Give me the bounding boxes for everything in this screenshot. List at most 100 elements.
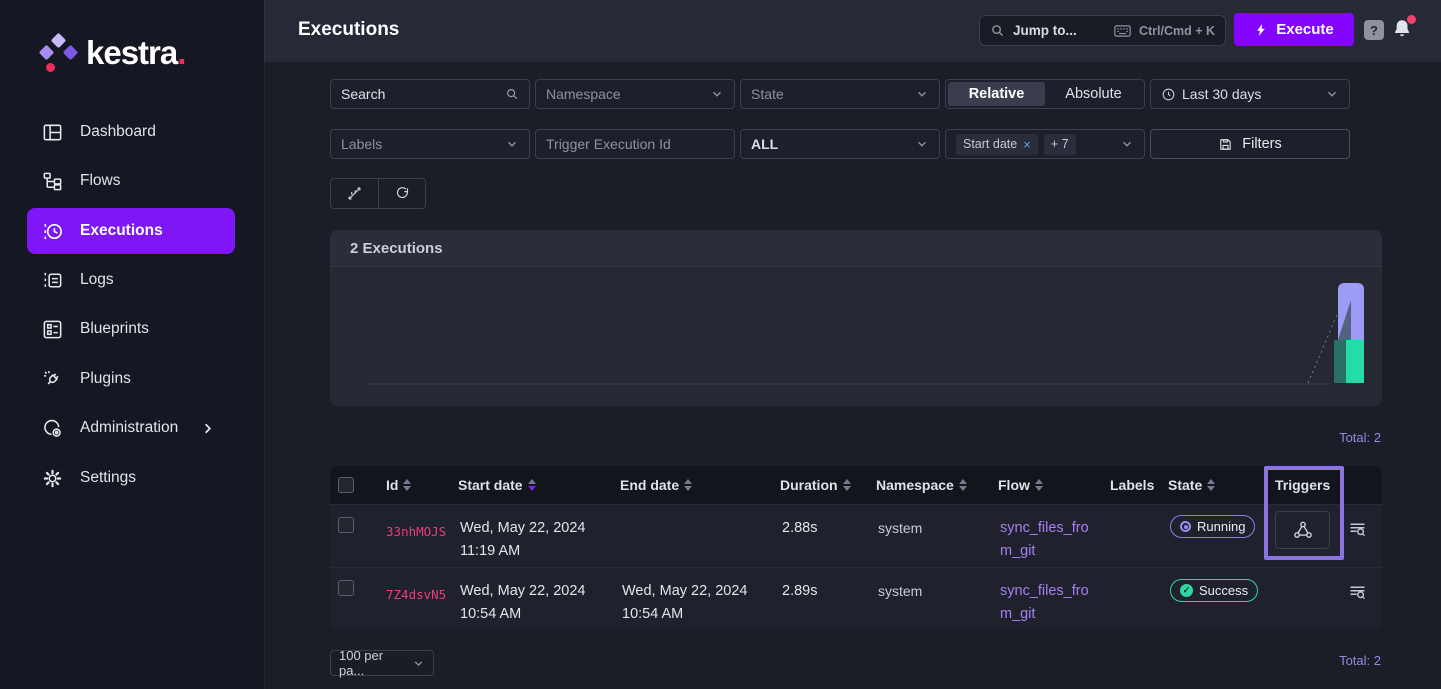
- sort-icon: [684, 479, 692, 491]
- refresh-icon: [394, 185, 411, 202]
- time-range-select[interactable]: Last 30 days: [1150, 79, 1350, 109]
- sidebar-item-administration[interactable]: Administration: [0, 414, 264, 442]
- chart-bar-group[interactable]: [1334, 283, 1364, 383]
- refresh-button[interactable]: [378, 178, 426, 209]
- column-header-start-date[interactable]: Start date: [458, 477, 620, 493]
- chevron-down-icon: [505, 137, 519, 151]
- view-logs-button[interactable]: [1347, 519, 1369, 541]
- sidebar-item-label: Administration: [80, 419, 178, 437]
- sidebar-item-dashboard[interactable]: Dashboard: [0, 118, 264, 146]
- toggle-chart-button[interactable]: [330, 178, 378, 209]
- plugins-icon: [40, 367, 64, 391]
- column-header-flow[interactable]: Flow: [998, 477, 1110, 493]
- help-button[interactable]: ?: [1364, 20, 1384, 40]
- labels-select[interactable]: Labels: [330, 129, 530, 159]
- main-content: Namespace State Relative Absolute Last: [264, 62, 1441, 689]
- webhook-trigger-icon: [1292, 519, 1314, 541]
- sidebar-item-executions[interactable]: Executions: [27, 208, 235, 254]
- kestra-app: kestra. Dashboard Flows Executions Logs: [0, 0, 1441, 689]
- jump-to-placeholder: Jump to...: [1013, 23, 1077, 38]
- kestra-logo[interactable]: kestra.: [38, 30, 238, 80]
- executions-table: Id Start date End date Duration Namespac…: [330, 466, 1382, 630]
- flows-icon: [40, 169, 64, 193]
- duration: 2.88s: [780, 505, 876, 567]
- execution-id-link[interactable]: 33nhMOJS: [386, 524, 446, 539]
- view-logs-button[interactable]: [1347, 582, 1369, 604]
- jump-to-search[interactable]: Jump to... Ctrl/Cmd + K: [979, 15, 1226, 46]
- namespace: system: [876, 568, 998, 630]
- sidebar-item-blueprints[interactable]: Blueprints: [0, 315, 264, 343]
- absolute-toggle[interactable]: Absolute: [1045, 82, 1142, 106]
- start-date-chip: Start date ×: [956, 134, 1038, 155]
- search-icon: [505, 87, 519, 101]
- lightning-bolt-icon: [1254, 23, 1268, 37]
- sidebar-item-label: Settings: [80, 469, 136, 487]
- help-icon: ?: [1370, 23, 1378, 38]
- execution-id-link[interactable]: 7Z4dsvN5: [386, 587, 446, 602]
- column-header-namespace[interactable]: Namespace: [876, 477, 998, 493]
- row-checkbox[interactable]: [338, 517, 354, 533]
- scope-select[interactable]: ALL: [740, 129, 940, 159]
- scope-value: ALL: [751, 136, 909, 152]
- select-all-checkbox[interactable]: [338, 477, 354, 493]
- executions-bar-chart: [330, 267, 1382, 406]
- filters-button[interactable]: Filters: [1150, 129, 1350, 159]
- start-date: Wed, May 22, 2024: [460, 517, 616, 540]
- trigger-button[interactable]: [1275, 511, 1330, 549]
- sidebar-item-logs[interactable]: Logs: [0, 266, 264, 294]
- execute-label: Execute: [1276, 21, 1334, 38]
- sidebar-item-flows[interactable]: Flows: [0, 167, 264, 195]
- state-badge-success: ✓ Success: [1170, 579, 1258, 602]
- filter-row-1: Namespace State Relative Absolute Last: [330, 79, 1350, 109]
- chevron-down-icon: [915, 137, 929, 151]
- column-header-state[interactable]: State: [1168, 477, 1262, 493]
- namespace-select[interactable]: Namespace: [535, 79, 735, 109]
- flow-link[interactable]: sync_files_from_git: [1000, 580, 1100, 626]
- labels-cell: [1110, 568, 1168, 630]
- column-header-id[interactable]: Id: [378, 477, 458, 493]
- success-check-icon: ✓: [1180, 584, 1193, 597]
- sidebar-item-plugins[interactable]: Plugins: [0, 365, 264, 393]
- chevron-down-icon: [1120, 137, 1134, 151]
- relative-toggle[interactable]: Relative: [948, 82, 1045, 106]
- select-all-checkbox-cell: [330, 477, 378, 493]
- brand-name: kestra.: [86, 34, 185, 72]
- search-input[interactable]: [341, 86, 499, 102]
- sidebar-item-label: Logs: [80, 271, 114, 289]
- row-checkbox[interactable]: [338, 580, 354, 596]
- per-page-select[interactable]: 100 per pa...: [330, 650, 434, 676]
- state-placeholder: State: [751, 86, 909, 102]
- shortcut-hint: Ctrl/Cmd + K: [1139, 24, 1215, 38]
- state-select[interactable]: State: [740, 79, 940, 109]
- chevron-right-icon: [200, 421, 215, 436]
- blueprints-icon: [40, 317, 64, 341]
- search-icon: [990, 23, 1005, 38]
- flow-link[interactable]: sync_files_from_git: [1000, 517, 1100, 563]
- close-icon[interactable]: ×: [1023, 137, 1031, 152]
- sort-icon: [959, 479, 967, 491]
- labels-placeholder: Labels: [341, 136, 499, 152]
- column-header-end-date[interactable]: End date: [620, 477, 780, 493]
- execute-button[interactable]: Execute: [1234, 13, 1354, 46]
- state-badge-running: Running: [1170, 515, 1255, 538]
- gear-icon: [40, 466, 64, 490]
- displayed-columns-select[interactable]: Start date × + 7: [945, 129, 1145, 159]
- start-time: 11:19 AM: [460, 540, 616, 563]
- sort-icon: [843, 479, 851, 491]
- notifications-button[interactable]: [1391, 17, 1415, 43]
- sidebar-item-settings[interactable]: Settings: [0, 464, 264, 492]
- executions-chart-panel: 2 Executions: [330, 230, 1382, 406]
- labels-cell: [1110, 505, 1168, 567]
- trigger-execution-id-filter[interactable]: [535, 129, 735, 159]
- search-filter[interactable]: [330, 79, 530, 109]
- kestra-logo-icon: [38, 33, 80, 77]
- running-state-icon: [1180, 521, 1191, 532]
- column-header-duration[interactable]: Duration: [780, 477, 876, 493]
- namespace: system: [876, 505, 998, 567]
- administration-icon: [40, 416, 64, 440]
- per-page-value: 100 per pa...: [339, 648, 406, 678]
- trigger-execution-id-input[interactable]: [546, 136, 724, 152]
- executions-icon: [40, 219, 64, 243]
- end-time: 10:54 AM: [622, 603, 776, 626]
- notification-badge: [1407, 15, 1416, 24]
